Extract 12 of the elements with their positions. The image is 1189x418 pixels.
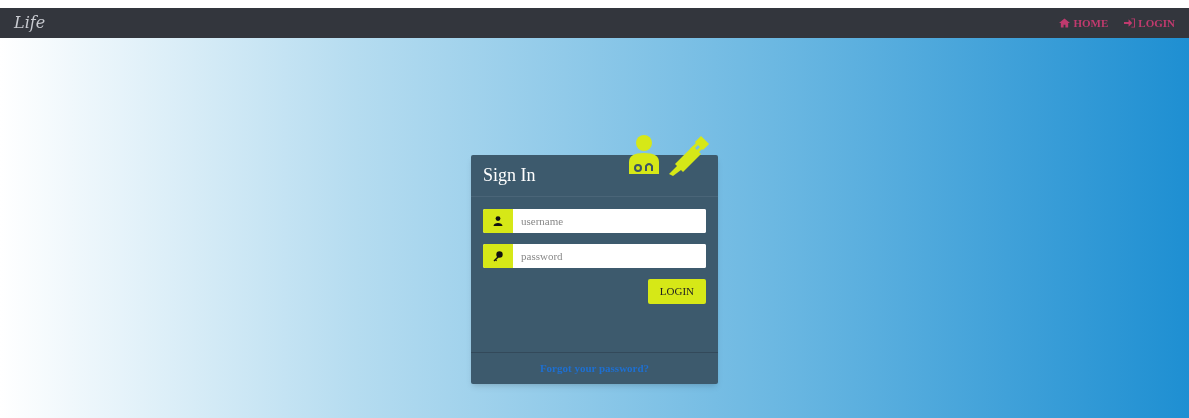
sign-in-icon xyxy=(1124,18,1136,28)
login-button[interactable]: LOGIN xyxy=(647,279,706,304)
input-field[interactable]: username xyxy=(483,209,706,233)
logo[interactable]: Life xyxy=(14,11,46,35)
nav-link[interactable]: HOME xyxy=(1059,14,1109,32)
user-icon xyxy=(493,216,503,226)
nav-link[interactable]: LOGIN xyxy=(1124,14,1175,32)
forgot-password-link[interactable]: Forgot your password? xyxy=(539,360,650,377)
home-icon xyxy=(1059,18,1071,28)
card-title: Sign In xyxy=(483,164,536,187)
input-field[interactable]: password xyxy=(483,244,706,268)
key-icon xyxy=(493,250,503,262)
